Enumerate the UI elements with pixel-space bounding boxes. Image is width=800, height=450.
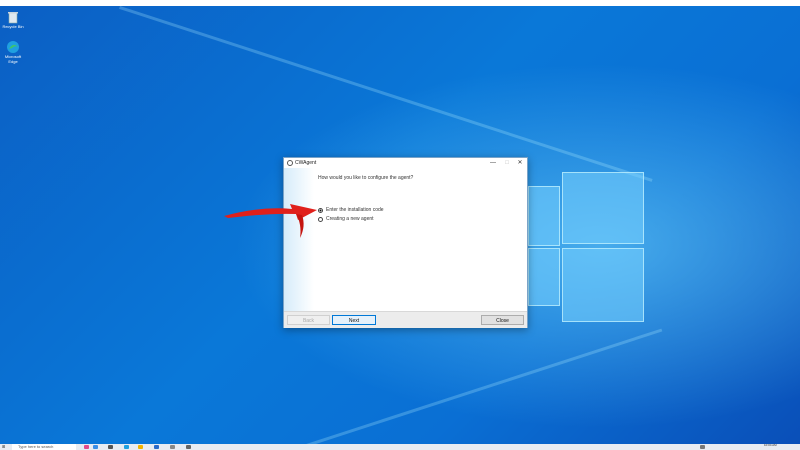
title-bar[interactable]: CWAgent — □ ✕ [284,158,527,168]
desktop-icon-edge[interactable]: Microsoft Edge [2,40,24,64]
taskbar-app-icon[interactable] [186,445,191,449]
close-window-button[interactable]: ✕ [514,159,526,167]
minimize-button[interactable]: — [487,159,499,167]
desktop-icon-recycle-bin[interactable]: Recycle Bin [2,10,24,29]
maximize-button[interactable]: □ [501,159,513,167]
cwagent-dialog: CWAgent — □ ✕ How would you like to conf… [283,157,528,328]
desktop-icon-label: Microsoft Edge [4,54,22,64]
option-new-agent[interactable]: Creating a new agent [318,216,374,222]
taskbar-search-box[interactable]: Type here to search [12,444,76,450]
start-button[interactable]: ⊞ [2,445,8,449]
taskbar-app-icon[interactable] [108,445,113,449]
option-label: Enter the installation code [326,207,384,213]
configure-question: How would you like to configure the agen… [318,175,414,181]
taskbar-app-icon[interactable] [154,445,159,449]
taskbar-app-icon[interactable] [170,445,175,449]
taskbar-app-icon[interactable] [84,445,89,449]
option-installation-code[interactable]: Enter the installation code [318,207,384,213]
taskbar-app-icon[interactable] [93,445,98,449]
next-button[interactable]: Next [332,315,376,325]
light-beam [119,6,653,182]
taskbar-clock[interactable]: 10:04 AM [764,444,777,447]
dialog-footer: Back Next Close [284,311,527,328]
close-button[interactable]: Close [481,315,524,325]
recycle-bin-icon [6,10,20,24]
red-arrow-annotation [224,204,317,238]
window-title: CWAgent [295,160,317,166]
tray-icon[interactable] [700,445,705,449]
option-label: Creating a new agent [326,216,374,222]
taskbar: ⊞ Type here to search 10:04 AM [0,444,800,450]
back-button[interactable]: Back [287,315,330,325]
taskbar-app-icon[interactable] [138,445,143,449]
app-icon [287,160,293,166]
desktop-icon-label: Recycle Bin [2,24,24,29]
windows-logo-wallpaper [528,172,644,322]
edge-icon [6,40,20,54]
light-beam [300,328,663,444]
taskbar-app-icon[interactable] [124,445,129,449]
